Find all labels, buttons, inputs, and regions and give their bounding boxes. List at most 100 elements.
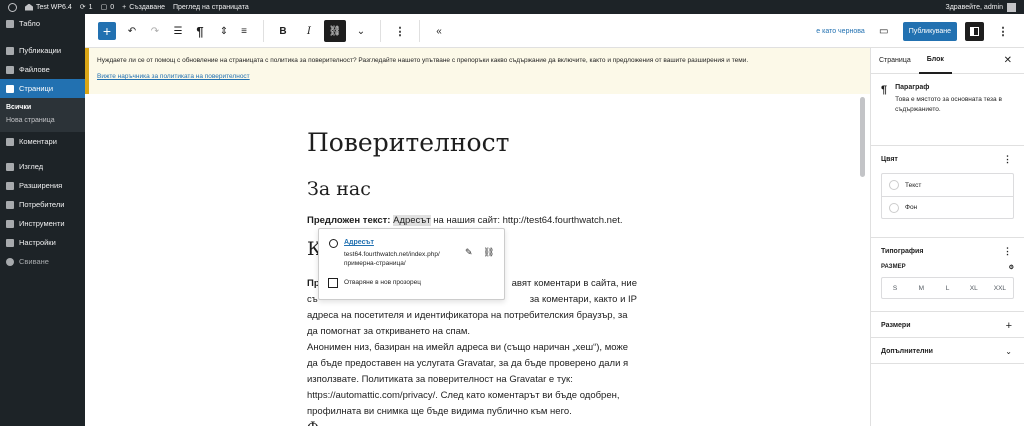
block-card: ¶ Параграф Това е мястото за основната т… xyxy=(871,74,1024,146)
link-preview-url: test64.fourthwatch.net/index.php/примерн… xyxy=(344,251,440,267)
sidebar-item-plugins[interactable]: Разширения xyxy=(0,176,85,195)
double-chevron-left-icon: « xyxy=(436,25,442,37)
block-inserter-button[interactable]: + xyxy=(98,22,116,40)
plus-icon: + xyxy=(122,3,127,11)
pages-submenu: Всички Нова страница xyxy=(0,98,85,132)
options-menu-button[interactable]: ⋮ xyxy=(992,20,1014,42)
block-type-button[interactable]: ¶ xyxy=(189,20,211,42)
sidebar-item-posts[interactable]: Публикации xyxy=(0,41,85,60)
close-icon[interactable]: ✕ xyxy=(1004,55,1012,66)
sidebar-item-appearance[interactable]: Изглед xyxy=(0,157,85,176)
home-icon xyxy=(25,3,33,11)
redo-icon: ↷ xyxy=(150,25,160,37)
preview-button[interactable]: ▭ xyxy=(873,20,895,42)
block-description: Това е мястото за основната теза в съдър… xyxy=(895,96,1002,113)
link-popover: Адресът test64.fourthwatch.net/index.php… xyxy=(318,228,505,300)
custom-size-icon[interactable]: ⚙ xyxy=(1009,264,1014,271)
pages-icon xyxy=(6,84,14,93)
page-title[interactable]: Поверителност xyxy=(307,128,509,157)
redo-button[interactable]: ↷ xyxy=(144,20,166,42)
size-option-xxl[interactable]: XXL xyxy=(987,278,1013,298)
sidebar-item-pages[interactable]: Страници xyxy=(0,79,85,98)
color-options-button[interactable]: ⋮ xyxy=(1003,154,1012,165)
sidebar-item-media[interactable]: Файлове xyxy=(0,60,85,79)
wp-logo-menu[interactable] xyxy=(8,2,17,12)
suggested-label: Предложен текст: xyxy=(307,215,391,226)
privacy-guide-link[interactable]: Вижте наръчника за политиката на поверит… xyxy=(97,73,862,80)
sidebar-item-settings[interactable]: Настройки xyxy=(0,233,85,252)
edit-link-button[interactable]: ✎ xyxy=(465,247,473,258)
tab-block[interactable]: Блок xyxy=(918,48,952,74)
p2-line3: адреса на посетителя и идентификатора на… xyxy=(307,310,628,321)
vertical-dots-icon: ⋮ xyxy=(394,25,406,38)
comments-link[interactable]: ▢ 0 xyxy=(100,3,115,12)
sidebar-item-tools[interactable]: Инструменти xyxy=(0,214,85,233)
updates-link[interactable]: ⟳ 1 xyxy=(80,3,93,12)
unlink-button[interactable]: ⛓ xyxy=(483,247,494,258)
canvas-scrollbar[interactable] xyxy=(860,97,865,177)
publish-button[interactable]: Публикуване xyxy=(902,21,957,41)
admin-sidebar: Табло Публикации Файлове Страници Всички… xyxy=(0,14,85,426)
move-up-down-button[interactable]: ⇕ xyxy=(213,20,235,42)
typography-section: Типография ⋮ Размер ⚙ S M L XL XXL xyxy=(871,238,1024,312)
save-draft-link[interactable]: е като чернова xyxy=(816,28,864,35)
undo-button[interactable]: ↶ xyxy=(121,20,143,42)
paragraph-icon: ¶ xyxy=(881,84,888,96)
document-overview-button[interactable]: ☰ xyxy=(167,20,189,42)
typography-section-title: Типография xyxy=(881,248,924,255)
account-menu[interactable]: Здравейте, admin xyxy=(945,2,1016,12)
comment-bubble-icon: ▢ xyxy=(100,4,108,11)
view-page-link[interactable]: Преглед на страницата xyxy=(173,4,249,11)
panel-tabs: Страница Блок ✕ xyxy=(871,48,1024,74)
unlink-toolbar-button[interactable]: ⛓ xyxy=(324,20,346,42)
dimensions-section[interactable]: Размери + xyxy=(871,312,1024,338)
plus-icon[interactable]: + xyxy=(1006,320,1012,332)
align-left-icon: ≡ xyxy=(241,25,247,37)
paragraph-gravatar[interactable]: Анонимен низ, базиран на имейл адреса ви… xyxy=(307,340,637,420)
advanced-section[interactable]: Допълнителни ⌄ xyxy=(871,338,1024,364)
new-content-menu[interactable]: + Създаване xyxy=(122,4,165,11)
p2-line2: за коментари, както и IP xyxy=(529,294,637,305)
submenu-new-page[interactable]: Нова страница xyxy=(0,114,85,127)
sidebar-item-users[interactable]: Потребители xyxy=(0,195,85,214)
size-option-l[interactable]: L xyxy=(934,278,960,298)
editor-toolbar: + ↶ ↷ ☰ ¶ ⇕ ≡ B I ⛓ ⌄ ⋮ « е като чернова… xyxy=(85,14,1024,48)
typography-options-button[interactable]: ⋮ xyxy=(1003,246,1012,257)
privacy-policy-notice: Нуждаете ли се от помощ с обновление на … xyxy=(85,48,870,94)
heading-about[interactable]: За нас xyxy=(307,178,371,200)
sidebar-item-comments[interactable]: Коментари xyxy=(0,132,85,151)
p2-line4: да помогнат за откриването на спам. xyxy=(307,326,471,337)
text-color-button[interactable]: Текст xyxy=(882,174,1013,196)
size-option-m[interactable]: M xyxy=(908,278,934,298)
paragraph-suggested-text[interactable]: Предложен текст: Адресът на нашия сайт: … xyxy=(307,215,623,226)
chevron-up-down-icon: ⇕ xyxy=(219,25,229,37)
submenu-all-pages[interactable]: Всички xyxy=(0,101,85,114)
size-option-xl[interactable]: XL xyxy=(961,278,987,298)
tools-icon xyxy=(6,219,14,228)
color-section: Цвят ⋮ Текст Фон xyxy=(871,146,1024,238)
site-name-link[interactable]: Test WP6.4 xyxy=(25,3,72,11)
vertical-dots-icon: ⋮ xyxy=(997,25,1009,38)
bold-button[interactable]: B xyxy=(272,20,294,42)
tab-page[interactable]: Страница xyxy=(871,48,919,74)
background-color-button[interactable]: Фон xyxy=(882,196,1013,218)
italic-button[interactable]: I xyxy=(298,20,320,42)
paragraph-rest: на нашия сайт: http://test64.fourthwatch… xyxy=(430,215,623,226)
link-preview-title[interactable]: Адресът xyxy=(344,239,374,246)
dashboard-icon xyxy=(6,19,14,28)
color-options: Текст Фон xyxy=(881,173,1014,219)
selected-link-text[interactable]: Адресът xyxy=(393,215,431,226)
heading-partial[interactable]: Ф xyxy=(307,420,319,426)
size-option-s[interactable]: S xyxy=(882,278,908,298)
collapse-menu-button[interactable]: Свиване xyxy=(0,252,85,271)
settings-toggle-button[interactable] xyxy=(965,21,984,41)
block-options-button[interactable]: ⋮ xyxy=(389,20,411,42)
open-new-tab-checkbox[interactable] xyxy=(328,278,338,288)
more-formats-button[interactable]: ⌄ xyxy=(350,20,372,42)
toolbar-divider xyxy=(380,20,381,42)
sidebar-item-dashboard[interactable]: Табло xyxy=(0,14,85,33)
align-button[interactable]: ≡ xyxy=(233,20,255,42)
collapse-toolbar-button[interactable]: « xyxy=(428,20,450,42)
comments-icon xyxy=(6,137,14,146)
list-view-icon: ☰ xyxy=(173,25,183,37)
